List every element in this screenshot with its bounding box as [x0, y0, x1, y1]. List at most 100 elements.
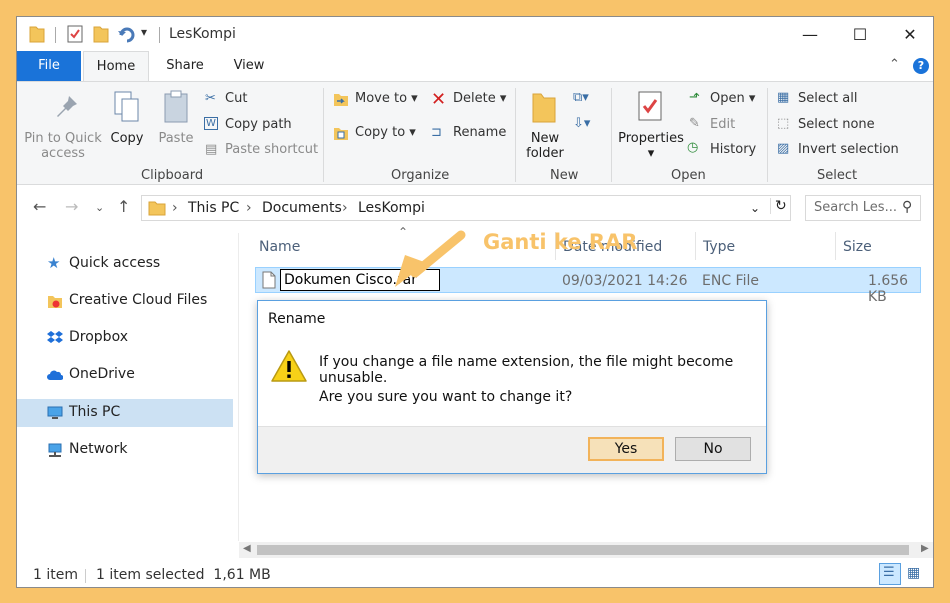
invert-selection-icon: ▨ — [777, 141, 790, 156]
copy-to-button[interactable]: Copy to ▾ — [355, 125, 416, 140]
address-dropdown-icon[interactable]: ⌄ — [750, 201, 760, 215]
search-icon[interactable]: ⚲ — [902, 199, 912, 215]
properties-button[interactable]: Properties ▾ — [617, 131, 685, 161]
file-date-modified: 09/03/2021 14:26 — [562, 273, 688, 289]
rename-button[interactable]: Rename — [453, 125, 506, 140]
column-divider[interactable] — [695, 232, 696, 260]
nav-creative-cloud-files[interactable]: Creative Cloud Files — [17, 287, 233, 315]
scroll-left-icon[interactable]: ◀ — [243, 543, 251, 554]
annotation-arrow-icon — [395, 230, 466, 287]
back-icon[interactable]: ← — [33, 197, 46, 216]
maximize-button[interactable]: ☐ — [835, 17, 885, 51]
tab-view[interactable]: View — [223, 51, 275, 81]
column-header-name[interactable]: Name — [259, 239, 300, 255]
breadcrumb-documents[interactable]: Documents — [262, 200, 342, 216]
history-button[interactable]: History — [710, 142, 756, 157]
nav-network[interactable]: Network — [17, 436, 233, 464]
edit-button[interactable]: Edit — [710, 117, 735, 132]
clipboard-group-label: Clipboard — [141, 168, 204, 183]
nav-quick-access[interactable]: ★ Quick access — [17, 250, 233, 278]
star-icon: ★ — [47, 254, 61, 272]
computer-icon — [47, 406, 63, 419]
scrollbar-thumb[interactable] — [257, 545, 909, 555]
close-button[interactable]: ✕ — [885, 17, 933, 51]
invert-selection-button[interactable]: Invert selection — [798, 142, 899, 157]
delete-button[interactable]: Delete ▾ — [453, 91, 506, 106]
creative-cloud-icon — [48, 296, 62, 308]
forward-icon[interactable]: → — [65, 197, 78, 216]
copy-path-button[interactable]: Copy path — [225, 117, 292, 132]
table-row[interactable]: Dokumen Cisco.rar 09/03/2021 14:26 ENC F… — [255, 267, 921, 305]
horizontal-scrollbar[interactable]: ◀ ▶ — [239, 542, 933, 558]
tab-file[interactable]: File — [17, 51, 81, 81]
tab-home[interactable]: Home — [83, 51, 149, 81]
nav-dropbox[interactable]: Dropbox — [17, 324, 233, 352]
customize-qa-icon[interactable]: ▾ — [141, 25, 147, 39]
cut-button[interactable]: Cut — [225, 91, 247, 106]
scroll-right-icon[interactable]: ▶ — [921, 543, 929, 554]
move-to-button[interactable]: Move to ▾ — [355, 91, 418, 106]
new-item-icon[interactable]: ⧉▾ — [573, 90, 589, 105]
large-icons-view-icon[interactable]: ▦ — [907, 565, 920, 581]
window-title: LesKompi — [169, 26, 236, 42]
help-icon[interactable]: ? — [913, 58, 929, 74]
warning-icon — [271, 350, 307, 382]
breadcrumb-leskompi[interactable]: LesKompi — [358, 200, 425, 216]
open-group-label: Open — [671, 168, 706, 183]
delete-icon: ✕ — [431, 89, 447, 110]
select-all-icon: ▦ — [777, 90, 790, 105]
up-icon[interactable]: ↑ — [117, 197, 130, 216]
undo-icon[interactable] — [117, 25, 135, 43]
open-button[interactable]: Open ▾ — [710, 91, 755, 106]
column-divider[interactable] — [835, 232, 836, 260]
address-bar[interactable]: › This PC › Documents › LesKompi ⌄ ↻ — [141, 195, 791, 221]
nav-this-pc[interactable]: This PC — [17, 399, 233, 427]
file-icon — [262, 271, 276, 289]
select-all-button[interactable]: Select all — [798, 91, 857, 106]
copy-to-icon — [334, 128, 348, 140]
minimize-button[interactable]: — — [785, 17, 835, 51]
status-item-count: 1 item — [33, 567, 78, 583]
collapse-ribbon-icon[interactable]: ⌃ — [889, 57, 900, 72]
tab-share[interactable]: Share — [157, 51, 213, 81]
divider — [159, 27, 160, 43]
breadcrumb-separator: › — [172, 200, 178, 216]
move-to-icon — [334, 94, 348, 106]
easy-access-icon[interactable]: ⇩▾ — [573, 116, 590, 131]
column-header-type[interactable]: Type — [703, 239, 735, 255]
search-box[interactable]: Search Les... ⚲ — [805, 195, 921, 221]
details-view-icon: ☰ — [883, 565, 895, 580]
properties-icon[interactable] — [67, 25, 83, 43]
divider — [515, 88, 516, 182]
paste-icon — [164, 90, 188, 123]
dropbox-icon — [47, 331, 63, 343]
select-none-button[interactable]: Select none — [798, 117, 875, 132]
details-view-button[interactable]: ☰ — [879, 563, 901, 585]
pane-divider — [238, 233, 239, 541]
divider — [323, 88, 324, 182]
open-icon: ⬏ — [689, 90, 700, 105]
new-folder-icon[interactable] — [93, 25, 109, 43]
file-type: ENC File — [702, 273, 759, 289]
no-button[interactable]: No — [675, 437, 751, 461]
organize-group-label: Organize — [391, 168, 450, 183]
paste-button[interactable]: Paste — [153, 131, 199, 146]
ribbon-tabs: File Home Share View ⌃ ? — [17, 51, 933, 81]
new-folder-button[interactable]: New folder — [521, 131, 569, 161]
file-explorer-window: ▾ LesKompi — ☐ ✕ File Home Share View ⌃ … — [16, 16, 934, 588]
breadcrumb-this-pc[interactable]: This PC — [188, 200, 239, 216]
paste-shortcut-button[interactable]: Paste shortcut — [225, 142, 318, 157]
copy-button[interactable]: Copy — [105, 131, 149, 146]
refresh-icon[interactable]: ↻ — [770, 198, 787, 214]
yes-button[interactable]: Yes — [588, 437, 664, 461]
column-header-size[interactable]: Size — [843, 239, 872, 255]
recent-locations-icon[interactable]: ⌄ — [95, 201, 104, 214]
dialog-question: Are you sure you want to change it? — [319, 389, 573, 405]
folder-icon[interactable] — [29, 25, 45, 43]
search-input[interactable]: Search Les... — [814, 200, 897, 215]
pin-to-quick-access-button[interactable]: Pin to Quick access — [23, 131, 103, 161]
new-folder-large-icon — [532, 93, 556, 123]
nav-onedrive[interactable]: OneDrive — [17, 361, 233, 389]
copy-path-icon: W — [204, 117, 218, 130]
annotation-text: Ganti ke RAR — [483, 230, 638, 254]
